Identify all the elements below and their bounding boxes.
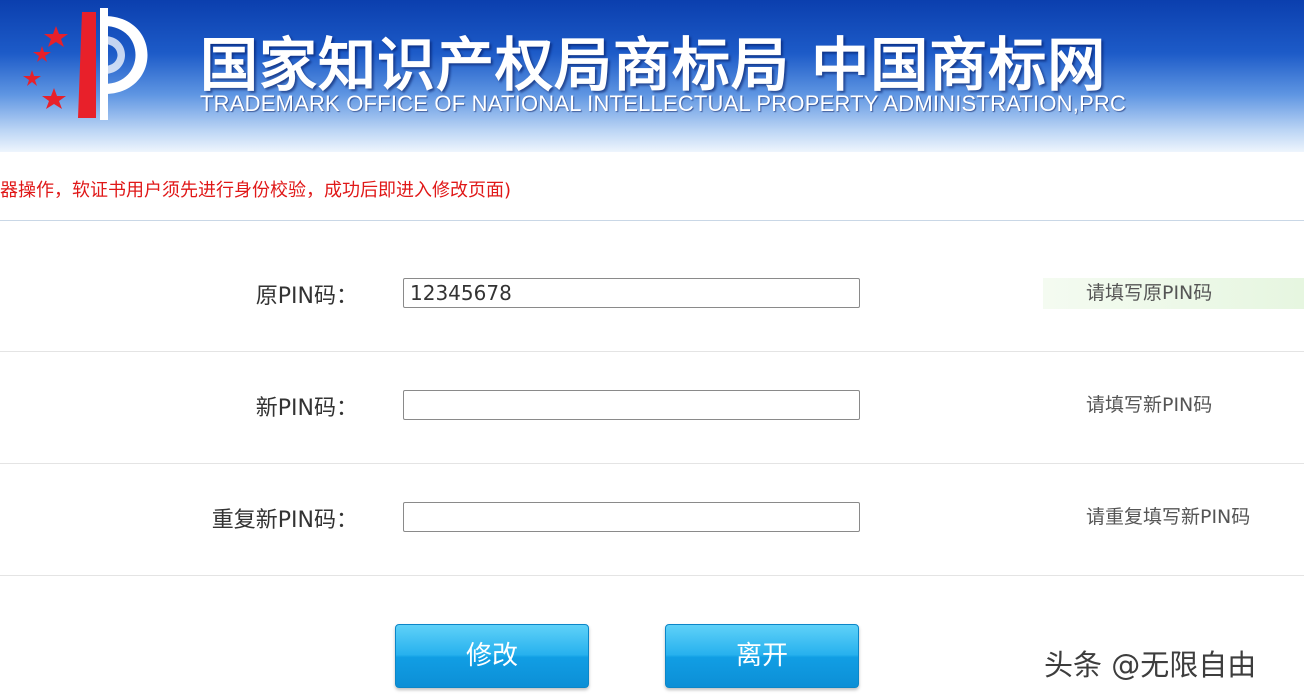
new-pin-label: 新PIN码：	[255, 396, 358, 421]
site-header: 国家知识产权局商标局 中国商标网 TRADEMARK OFFICE OF NAT…	[0, 0, 1304, 152]
divider	[0, 220, 1304, 221]
instruction-notice: 器操作，软证书用户须先进行身份校验，成功后即进入修改页面)	[0, 180, 512, 201]
repeat-pin-label: 重复新PIN码：	[211, 508, 358, 533]
original-pin-row: 原PIN码： 请填写原PIN码	[0, 238, 1304, 350]
original-pin-label: 原PIN码：	[255, 284, 358, 309]
watermark-text: 头条 @无限自由	[1044, 648, 1257, 682]
modify-button[interactable]: 修改	[395, 624, 589, 688]
site-title-english: TRADEMARK OFFICE OF NATIONAL INTELLECTUA…	[200, 91, 1127, 116]
original-pin-input[interactable]	[403, 278, 860, 308]
site-title-chinese: 国家知识产权局商标局 中国商标网	[200, 31, 1107, 99]
leave-button[interactable]: 离开	[665, 624, 859, 688]
new-pin-row: 新PIN码： 请填写新PIN码	[0, 350, 1304, 462]
original-pin-hint: 请填写原PIN码	[1043, 278, 1304, 309]
new-pin-hint: 请填写新PIN码	[1086, 394, 1213, 416]
repeat-pin-input[interactable]	[403, 502, 860, 532]
new-pin-input[interactable]	[403, 390, 860, 420]
trademark-office-logo-icon	[23, 8, 148, 120]
repeat-pin-hint: 请重复填写新PIN码	[1086, 506, 1251, 528]
repeat-pin-row: 重复新PIN码： 请重复填写新PIN码	[0, 462, 1304, 574]
row-divider	[0, 575, 1304, 576]
